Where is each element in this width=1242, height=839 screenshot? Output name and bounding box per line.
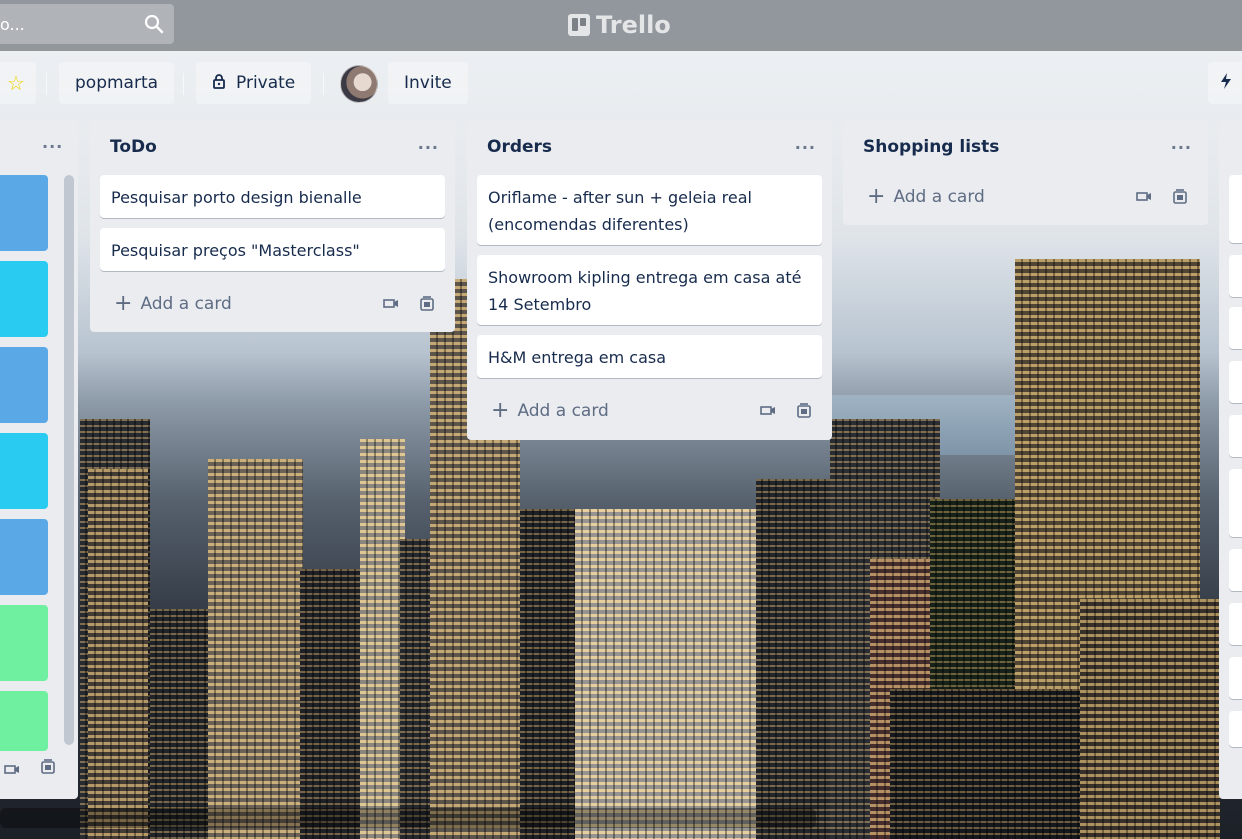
list-item[interactable]	[1229, 711, 1242, 747]
card[interactable]: Showroom kipling entrega em casa até 14 …	[477, 255, 822, 325]
list-shopping: Shopping lists ··· + Add a card	[843, 121, 1208, 225]
card-template-icon[interactable]	[373, 298, 409, 310]
template-icon[interactable]	[409, 296, 445, 312]
add-card-label: Add a card	[517, 401, 609, 421]
list-orders: Orders ··· Oriflame - after sun + geleia…	[467, 121, 832, 440]
card-template-icon[interactable]	[4, 761, 20, 780]
list-item[interactable]	[0, 347, 48, 423]
trello-logo-icon	[568, 14, 590, 36]
invite-button[interactable]: Invite	[388, 62, 468, 104]
invite-label: Invite	[404, 73, 452, 93]
list-item[interactable]	[1229, 415, 1242, 457]
list-item[interactable]	[1229, 549, 1242, 591]
search-icon[interactable]	[134, 14, 174, 34]
list-item[interactable]	[0, 433, 48, 509]
list-item[interactable]	[0, 691, 48, 751]
member-avatar[interactable]	[340, 65, 378, 103]
list-menu-button[interactable]: ···	[42, 137, 63, 156]
list-item[interactable]	[0, 519, 48, 595]
list-title[interactable]: Orders	[487, 137, 552, 157]
trello-logo[interactable]: Trello	[568, 9, 671, 41]
list-item[interactable]	[1229, 255, 1242, 297]
horizontal-scrollbar[interactable]	[0, 808, 816, 828]
card-template-icon[interactable]	[1126, 191, 1162, 203]
board-header: ☆ popmarta Private Invite	[0, 51, 1242, 121]
search-box[interactable]: o...	[0, 4, 174, 44]
card[interactable]: Oriflame - after sun + geleia real (enco…	[477, 175, 822, 245]
lock-icon	[212, 73, 226, 94]
search-input[interactable]: o...	[0, 15, 134, 34]
list-partial-right	[1219, 121, 1242, 799]
plus-icon: +	[491, 398, 510, 423]
list-item[interactable]	[1229, 307, 1242, 349]
star-button[interactable]: ☆	[0, 62, 36, 104]
list-todo: ToDo ··· Pesquisar porto design bienalle…	[90, 121, 455, 332]
list-item[interactable]	[1229, 657, 1242, 699]
star-icon: ☆	[7, 71, 25, 95]
card-template-icon[interactable]	[750, 405, 786, 417]
workspace-label: popmarta	[75, 73, 159, 93]
app-name: Trello	[596, 11, 671, 39]
template-icon[interactable]	[786, 403, 822, 419]
card[interactable]: Pesquisar porto design bienalle	[100, 175, 445, 218]
power-ups-button[interactable]	[1208, 62, 1242, 104]
add-card-button[interactable]: + Add a card	[100, 288, 445, 320]
list-item[interactable]	[1229, 469, 1242, 537]
list-scrollbar[interactable]	[64, 175, 74, 745]
list-item[interactable]	[1229, 361, 1242, 403]
list-title[interactable]: ToDo	[110, 137, 157, 157]
visibility-button[interactable]: Private	[196, 62, 312, 104]
top-header: o... Trello	[0, 0, 1242, 51]
workspace-button[interactable]: popmarta	[59, 62, 175, 104]
list-menu-button[interactable]: ···	[795, 138, 816, 157]
add-card-button[interactable]: + Add a card	[477, 395, 822, 427]
plus-icon: +	[867, 184, 886, 209]
card[interactable]: Pesquisar preços "Masterclass"	[100, 228, 445, 271]
add-card-button[interactable]: + Add a card	[853, 181, 1198, 213]
visibility-label: Private	[236, 73, 296, 93]
add-card-label: Add a card	[893, 187, 985, 207]
list-menu-button[interactable]: ···	[418, 138, 439, 157]
list-item[interactable]	[0, 605, 48, 681]
plus-icon: +	[114, 291, 133, 316]
bolt-icon	[1220, 72, 1232, 94]
card[interactable]: H&M entrega em casa	[477, 335, 822, 378]
list-item[interactable]	[0, 175, 48, 251]
template-icon[interactable]	[40, 759, 56, 779]
list-menu-button[interactable]: ···	[1171, 138, 1192, 157]
add-card-label: Add a card	[140, 294, 232, 314]
list-item[interactable]	[0, 261, 48, 337]
list-item[interactable]	[1229, 603, 1242, 645]
list-item[interactable]	[1229, 175, 1242, 243]
list-title[interactable]: Shopping lists	[863, 137, 999, 157]
template-icon[interactable]	[1162, 189, 1198, 205]
